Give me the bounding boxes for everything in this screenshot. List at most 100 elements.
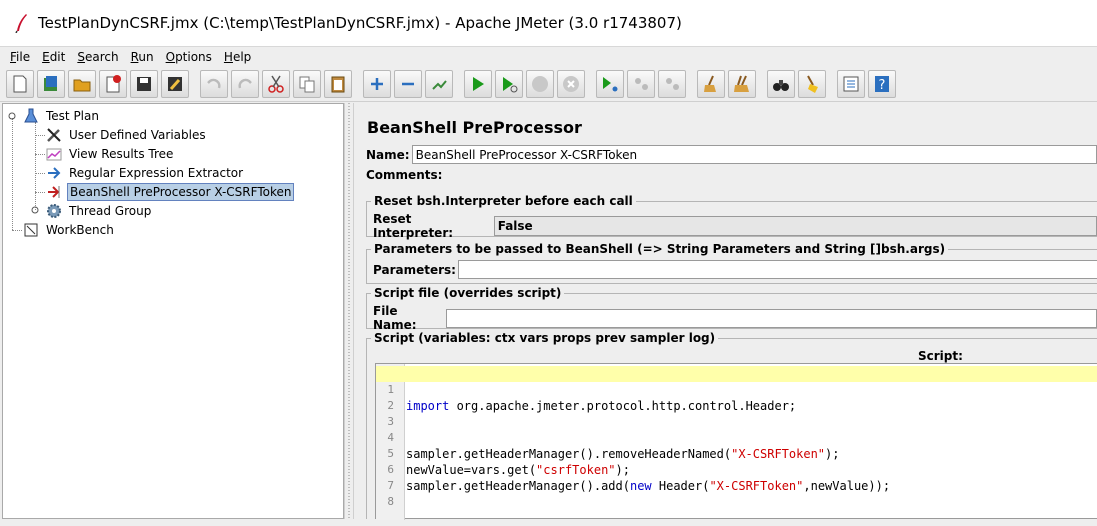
undo-button[interactable]: [200, 69, 228, 98]
help-button[interactable]: ?: [868, 69, 896, 98]
remote-start-all-button[interactable]: [596, 69, 624, 98]
split-pane-divider[interactable]: [344, 103, 354, 519]
redo-button[interactable]: [231, 69, 259, 98]
tree-item-test-plan[interactable]: Test Plan: [22, 107, 101, 125]
parameters-field[interactable]: [457, 260, 1097, 279]
code-line-2: 2: [376, 382, 1097, 412]
tree-connector: [35, 173, 45, 174]
comments-label: Comments:: [366, 168, 443, 182]
plus-icon: [371, 77, 383, 90]
script-group-title: Script (variables: ctx vars props prev s…: [371, 331, 719, 345]
file-name-row: File Name:: [373, 304, 1097, 332]
remote-shutdown-all-button[interactable]: [658, 69, 686, 98]
shutdown-button[interactable]: [557, 69, 585, 98]
open-button[interactable]: [68, 69, 96, 98]
clear-button[interactable]: [697, 69, 725, 98]
gear-icon: [47, 204, 61, 218]
tree-connector: [35, 135, 45, 136]
menu-search[interactable]: Search: [77, 50, 118, 64]
stop-icon: [532, 75, 548, 92]
flask-icon: [24, 108, 38, 123]
toggle-button[interactable]: [425, 69, 453, 98]
redo-icon: [238, 78, 252, 88]
minus-icon: [402, 82, 414, 85]
save-button[interactable]: [130, 69, 158, 98]
menu-options[interactable]: Options: [166, 50, 212, 64]
file-name-field[interactable]: [446, 308, 1097, 328]
templates-button[interactable]: [37, 69, 65, 98]
thread-group-expand-icon[interactable]: [31, 206, 39, 214]
function-helper-button[interactable]: [837, 69, 865, 98]
tree-item-view-results-tree[interactable]: View Results Tree: [45, 145, 175, 163]
menu-options-label: ptions: [175, 49, 212, 64]
collapse-all-button[interactable]: [394, 69, 422, 98]
clear-all-broom-icon: [734, 75, 749, 92]
remote-stop-all-button[interactable]: [627, 69, 655, 98]
remote-start-icon: [603, 76, 618, 91]
window-title: TestPlanDynCSRF.jmx (C:\temp\TestPlanDyn…: [38, 14, 682, 32]
tree-item-user-defined-variables[interactable]: User Defined Variables: [45, 126, 208, 144]
tree-item-regular-expression-extractor[interactable]: Regular Expression Extractor: [45, 164, 245, 182]
cut-button[interactable]: [262, 69, 290, 98]
parameters-group: Parameters to be passed to BeanShell (=>…: [366, 242, 1097, 284]
tree-connector: [35, 154, 45, 155]
menu-file[interactable]: File: [10, 50, 30, 64]
menu-edit-mnemonic: E: [42, 49, 50, 64]
script-editor[interactable]: 1 import org.apache.jmeter.protocol.http…: [375, 363, 1097, 520]
tree-item-workbench[interactable]: WorkBench: [22, 221, 116, 239]
reset-search-button[interactable]: [798, 69, 826, 98]
menu-search-label: earch: [84, 49, 119, 64]
results-graph-icon: [46, 148, 62, 161]
reset-row: Reset Interpreter: False: [373, 212, 1097, 240]
reset-search-broom-icon: [807, 75, 818, 93]
test-plan-collapse-icon[interactable]: [8, 112, 16, 120]
reset-interpreter-select[interactable]: False: [493, 216, 1097, 236]
remote-shutdown-icon: [666, 77, 679, 90]
new-button[interactable]: [6, 69, 34, 98]
menu-bar: File Edit Search Run Options Help: [0, 46, 1097, 66]
save-screenshot-button[interactable]: [161, 69, 189, 98]
help-question-icon: ?: [875, 75, 889, 93]
stop-button[interactable]: [526, 69, 554, 98]
scissors-icon: [268, 75, 284, 93]
menu-help-label: elp: [232, 49, 252, 64]
toolbar: ?: [0, 66, 1097, 102]
start-no-timers-button[interactable]: [495, 69, 523, 98]
script-label: Script:: [918, 349, 963, 363]
code-line-8: 8: [376, 478, 1097, 508]
remote-stop-icon: [635, 77, 648, 90]
tree-label: BeanShell PreProcessor X-CSRFToken: [67, 183, 295, 201]
templates-icon: [44, 75, 57, 91]
copy-button[interactable]: [293, 69, 321, 98]
test-plan-tree[interactable]: Test Plan User Defined Variables View Re…: [2, 103, 344, 519]
menu-help[interactable]: Help: [224, 50, 251, 64]
menu-search-mnemonic: S: [77, 49, 85, 64]
reset-interpreter-group: Reset bsh.Interpreter before each call R…: [366, 194, 1097, 240]
close-button[interactable]: [99, 69, 127, 98]
clear-all-button[interactable]: [728, 69, 756, 98]
reset-interpreter-label: Reset Interpreter:: [373, 212, 454, 240]
menu-run[interactable]: Run: [131, 50, 154, 64]
jmeter-feather-icon: [15, 14, 27, 33]
tree-label: View Results Tree: [69, 147, 174, 161]
name-field[interactable]: BeanShell PreProcessor X-CSRFToken: [411, 145, 1097, 164]
function-list-icon: [843, 76, 859, 91]
toggle-icon: [432, 79, 447, 90]
tree-item-thread-group[interactable]: Thread Group: [45, 202, 153, 220]
menu-run-label: un: [138, 49, 154, 64]
panel-title: BeanShell PreProcessor: [367, 118, 582, 137]
menu-help-mnemonic: H: [223, 49, 233, 64]
svg-text:?: ?: [879, 78, 886, 93]
new-document-icon: [13, 75, 27, 92]
menu-options-mnemonic: O: [165, 49, 176, 64]
search-button[interactable]: [767, 69, 795, 98]
expand-all-button[interactable]: [363, 69, 391, 98]
play-icon: [473, 76, 484, 91]
tree-label: Test Plan: [46, 109, 99, 123]
menu-edit[interactable]: Edit: [42, 50, 65, 64]
copy-icon: [299, 76, 315, 92]
start-button[interactable]: [464, 69, 492, 98]
tree-item-beanshell-preprocessor[interactable]: BeanShell PreProcessor X-CSRFToken: [45, 183, 295, 201]
paste-button[interactable]: [324, 69, 352, 98]
menu-edit-label: dit: [49, 49, 66, 64]
